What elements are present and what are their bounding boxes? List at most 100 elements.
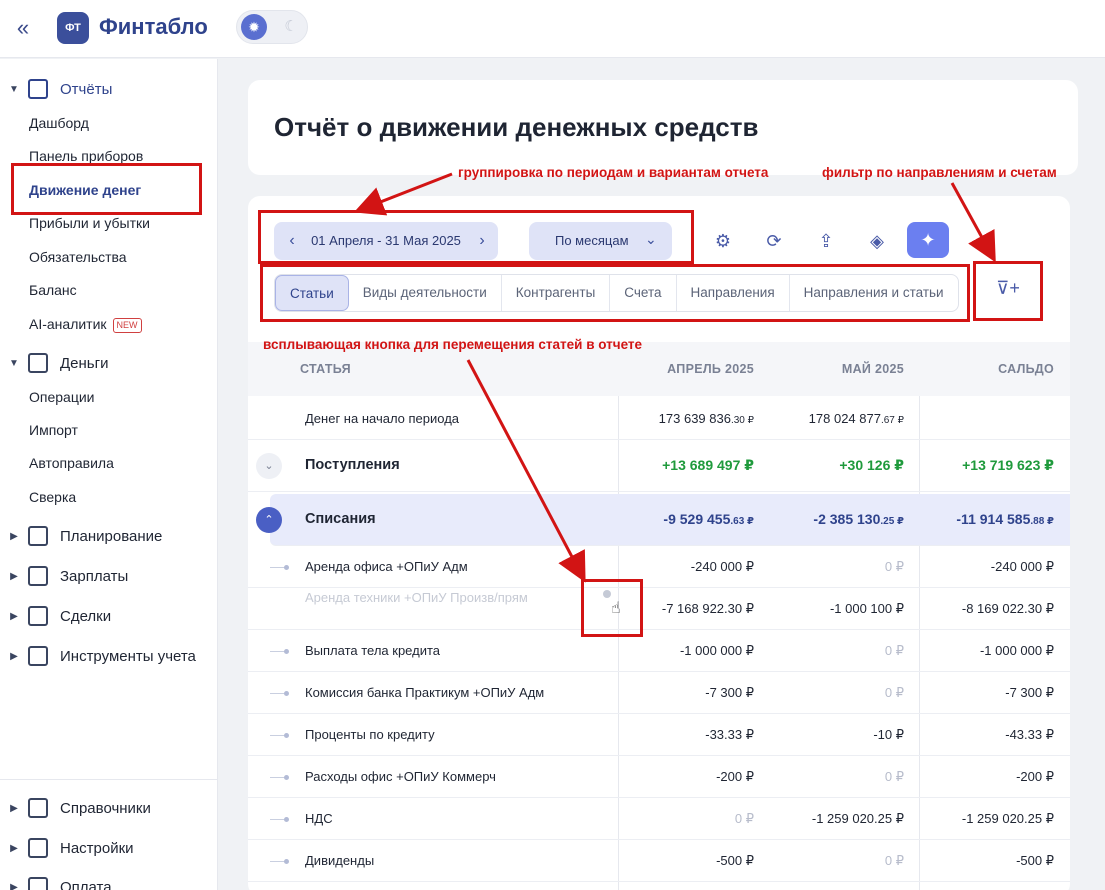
sidebar-item-operations[interactable]: Операции — [29, 387, 95, 407]
logo-badge: ФТ — [57, 12, 89, 44]
sparkle-icon[interactable]: ✦ — [907, 222, 949, 258]
moon-icon[interactable]: ☾ — [279, 15, 303, 39]
table-row-dragging[interactable]: Аренда техники +ОПиУ Произв/прям ☝ -7 16… — [248, 588, 1070, 630]
caret-down-icon: ▼ — [9, 83, 19, 95]
table-row[interactable]: Дивиденды -500 ₽ 0 ₽ -500 ₽ — [248, 840, 1070, 882]
caret-right-icon: ▶ — [10, 530, 18, 542]
cell-value: 0 ₽ — [884, 769, 904, 784]
cell-value: -200 ₽ — [1016, 769, 1054, 784]
cell-value: -1 259 020.25 ₽ — [811, 811, 904, 826]
card-icon — [28, 877, 48, 890]
cell-value: -8 169 022.30 ₽ — [961, 601, 1054, 616]
new-badge: NEW — [112, 317, 142, 333]
row-label: НДС — [305, 811, 333, 826]
refresh-icon[interactable]: ⟳ — [757, 224, 791, 258]
cell-value: +30 126 ₽ — [839, 457, 904, 473]
cell-value: -500 ₽ — [1016, 853, 1054, 868]
collapse-icon[interactable]: ⌃ — [256, 507, 282, 533]
annotation-box-grouping — [258, 210, 694, 264]
tree-connector — [270, 859, 289, 864]
cell-value: -10 ₽ — [873, 727, 904, 742]
row-label: Аренда техники +ОПиУ Произв/прям — [305, 590, 528, 605]
table-row: Денег на начало периода 173 639 836.30 ₽… — [248, 396, 1070, 440]
sidebar-group-planning[interactable]: ▶ Планирование — [0, 522, 218, 550]
cell-value: -7 300 ₽ — [1005, 685, 1054, 700]
annotation-move-note: всплывающая кнопка для перемещения стате… — [263, 337, 643, 352]
graduation-cap-icon[interactable]: ◈ — [860, 224, 894, 258]
expand-icon[interactable]: ⌄ — [256, 453, 282, 479]
logo-text: Финтабло — [99, 14, 208, 39]
sidebar-group-references[interactable]: ▶ Справочники — [0, 794, 218, 822]
sidebar-group-payment[interactable]: ▶ Оплата — [0, 873, 218, 890]
upload-icon[interactable]: ⇪ — [809, 224, 843, 258]
table-row[interactable]: Аренда офиса +ОПиУ Адм -240 000 ₽ 0 ₽ -2… — [248, 546, 1070, 588]
sidebar-item-autorules[interactable]: Автоправила — [29, 453, 114, 473]
caret-down-icon: ▼ — [9, 357, 19, 369]
cell-value: 0 ₽ — [734, 811, 754, 826]
caret-right-icon: ▶ — [10, 570, 18, 582]
column-header: МАЙ 2025 — [841, 362, 904, 376]
chart-icon — [28, 79, 48, 99]
cell-value: -1 259 020.25 ₽ — [961, 811, 1054, 826]
cell-value: 178 024 877.67 ₽ — [808, 411, 904, 426]
sidebar-group-salaries[interactable]: ▶ Зарплаты — [0, 562, 218, 590]
column-header: САЛЬДО — [998, 362, 1054, 376]
sidebar-group-label: Деньги — [60, 354, 109, 372]
caret-right-icon: ▶ — [10, 610, 18, 622]
sidebar-item-import[interactable]: Импорт — [29, 420, 78, 440]
annotation-box-cashflow — [11, 163, 202, 215]
sidebar-group-deals[interactable]: ▶ Сделки — [0, 602, 218, 630]
sidebar-item-pnl[interactable]: Прибыли и убытки — [29, 213, 150, 233]
cell-value: -11 914 585.88 ₽ — [956, 511, 1054, 527]
sidebar-group-label: Сделки — [60, 607, 112, 625]
row-label: Списания — [305, 511, 376, 527]
sidebar-item-ai-analyst[interactable]: AI-аналитик NEW — [29, 314, 142, 334]
sidebar-item-balance[interactable]: Баланс — [29, 280, 77, 300]
table-row-expenses[interactable]: ⌃ Списания -9 529 455.63 ₽ -2 385 130.25… — [256, 494, 1070, 546]
column-header: АПРЕЛЬ 2025 — [667, 362, 754, 376]
cell-value: -240 000 ₽ — [990, 559, 1054, 574]
cell-value: 0 ₽ — [884, 559, 904, 574]
table-row[interactable]: Расходы офис +ОПиУ Коммерч -200 ₽ 0 ₽ -2… — [248, 756, 1070, 798]
cell-value: 0 ₽ — [884, 643, 904, 658]
annotation-box-filter — [973, 261, 1043, 321]
table-row-income[interactable]: ⌄ Поступления +13 689 497 ₽ +30 126 ₽ +1… — [248, 440, 1070, 492]
table-icon — [28, 646, 48, 666]
caret-right-icon: ▶ — [10, 881, 18, 890]
gear-icon[interactable]: ⚙ — [706, 224, 740, 258]
row-label: Дивиденды — [305, 853, 375, 868]
caret-right-icon: ▶ — [10, 802, 18, 814]
sidebar-group-settings[interactable]: ▶ Настройки — [0, 834, 218, 862]
sidebar-group-accounting-tools[interactable]: ▶ Инструменты учета — [0, 642, 218, 670]
wallet-icon — [28, 353, 48, 373]
tree-connector — [270, 565, 289, 570]
sidebar-item-liabilities[interactable]: Обязательства — [29, 247, 127, 267]
sidebar-item-dashboard[interactable]: Дашборд — [29, 113, 89, 133]
cell-value: -500 ₽ — [716, 853, 754, 868]
table-row[interactable]: Выплата тела кредита -1 000 000 ₽ 0 ₽ -1… — [248, 630, 1070, 672]
caret-right-icon: ▶ — [10, 842, 18, 854]
row-label: Аренда офиса +ОПиУ Адм — [305, 559, 468, 574]
sidebar-group-label: Планирование — [60, 527, 163, 545]
row-label: Поступления — [305, 457, 400, 473]
annotation-box-drag — [581, 579, 643, 637]
row-label: Денег на начало периода — [305, 411, 460, 426]
sidebar-item-label: AI-аналитик — [29, 316, 107, 332]
cell-value: -9 529 455.63 ₽ — [663, 511, 754, 527]
annotation-grouping-note: группировка по периодам и вариантам отче… — [458, 165, 769, 180]
sidebar-group-money[interactable]: ▼ Деньги — [0, 349, 218, 377]
person-icon — [28, 566, 48, 586]
cell-value: -1 000 100 ₽ — [829, 601, 904, 616]
cell-value: -43.33 ₽ — [1005, 727, 1054, 742]
sidebar-item-reconciliation[interactable]: Сверка — [29, 487, 76, 507]
table-row[interactable]: НДС 0 ₽ -1 259 020.25 ₽ -1 259 020.25 ₽ — [248, 798, 1070, 840]
sidebar-group-label: Зарплаты — [60, 567, 129, 585]
row-label: Расходы офис +ОПиУ Коммерч — [305, 769, 496, 784]
table-row[interactable]: Комиссия банка Практикум +ОПиУ Адм -7 30… — [248, 672, 1070, 714]
sun-icon[interactable]: ✹ — [241, 14, 267, 40]
cell-value: -200 ₽ — [716, 769, 754, 784]
table-row[interactable]: Проценты по кредиту -33.33 ₽ -10 ₽ -43.3… — [248, 714, 1070, 756]
sidebar-group-reports[interactable]: ▼ Отчёты — [0, 75, 218, 103]
theme-toggle[interactable]: ✹ ☾ — [236, 10, 308, 44]
collapse-sidebar-icon[interactable]: « — [10, 16, 36, 42]
